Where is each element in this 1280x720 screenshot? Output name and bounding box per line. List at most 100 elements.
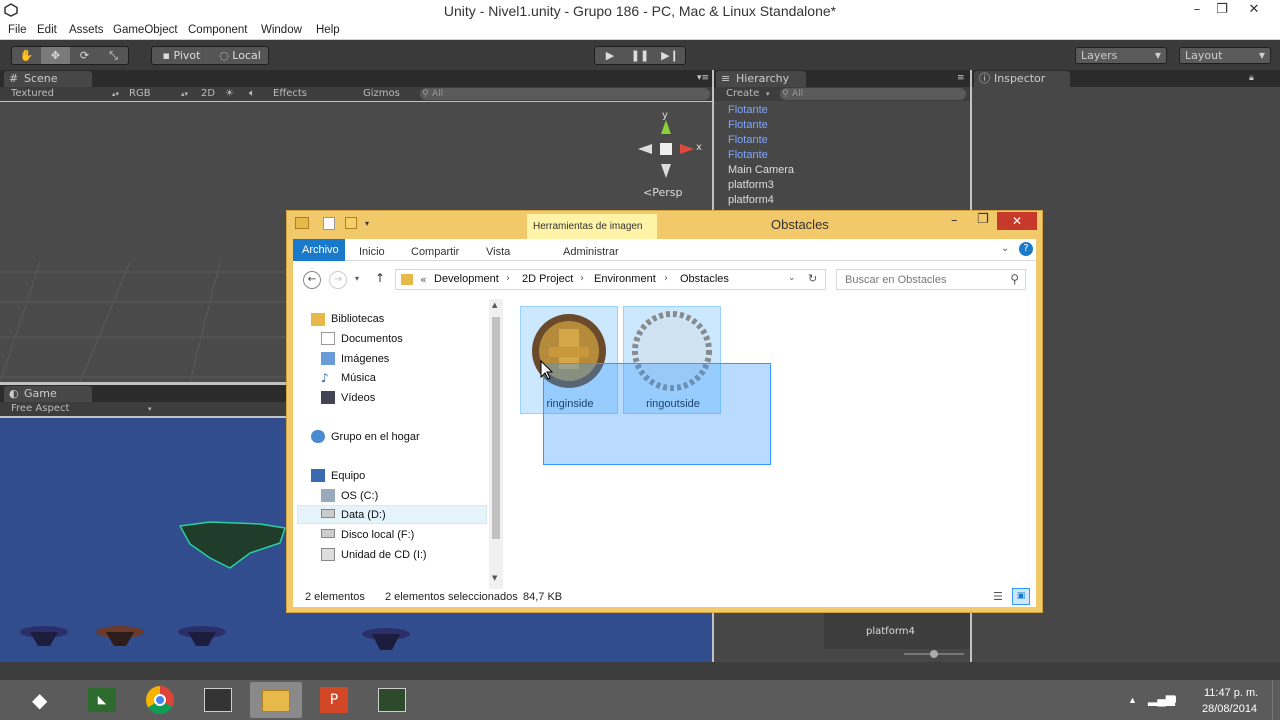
scale-tool-button[interactable]: ⤡ bbox=[99, 47, 128, 64]
menu-help[interactable]: Help bbox=[316, 24, 340, 36]
tab-vista[interactable]: Vista bbox=[486, 246, 510, 258]
search-input[interactable]: Buscar en Obstacles ⚲ bbox=[836, 269, 1026, 290]
explorer-maximize-button[interactable]: ❐ bbox=[977, 212, 989, 227]
effects-dropdown[interactable]: Effects bbox=[273, 87, 307, 101]
lock-icon[interactable]: 🔒︎ bbox=[1249, 73, 1254, 83]
taskbar-app-7[interactable] bbox=[366, 682, 418, 718]
scroll-up-icon[interactable]: ▲ bbox=[492, 301, 497, 309]
shading-mode-dropdown[interactable]: Textured bbox=[11, 87, 54, 101]
breadcrumb-development[interactable]: Development bbox=[434, 273, 499, 285]
tab-hierarchy[interactable]: ≡ Hierarchy bbox=[716, 71, 806, 87]
layers-dropdown[interactable]: Layers ▼ bbox=[1075, 47, 1167, 64]
breadcrumb-separator-icon[interactable]: › bbox=[506, 273, 510, 284]
breadcrumb-separator-icon[interactable]: › bbox=[664, 273, 668, 284]
nav-homegroup[interactable]: Grupo en el hogar bbox=[331, 431, 420, 443]
explorer-minimize-button[interactable]: – bbox=[951, 213, 958, 228]
scrollbar-thumb[interactable] bbox=[492, 317, 500, 539]
taskbar-app-2[interactable]: ◣ bbox=[76, 682, 128, 718]
maximize-button[interactable]: ❐ bbox=[1208, 0, 1236, 20]
menu-assets[interactable]: Assets bbox=[69, 24, 104, 36]
list-item[interactable]: Flotante bbox=[728, 104, 768, 116]
nav-drive-cd[interactable]: Unidad de CD (I:) bbox=[341, 549, 427, 561]
list-item[interactable]: Flotante bbox=[728, 149, 768, 161]
tab-administrar[interactable]: Administrar bbox=[563, 246, 619, 258]
clock-date[interactable]: 28/08/2014 bbox=[1202, 703, 1257, 715]
2d-toggle[interactable]: 2D bbox=[201, 87, 215, 101]
scene-search-input[interactable]: ⚲ All bbox=[420, 88, 710, 100]
taskbar-file-explorer[interactable] bbox=[250, 682, 302, 718]
recent-locations-icon[interactable]: ▾ bbox=[355, 274, 359, 283]
list-item[interactable]: Flotante bbox=[728, 119, 768, 131]
tab-scene[interactable]: # Scene bbox=[4, 71, 92, 87]
breadcrumb-2d-project[interactable]: 2D Project bbox=[522, 273, 573, 285]
create-dropdown[interactable]: Create bbox=[726, 87, 759, 101]
scroll-down-icon[interactable]: ▼ bbox=[492, 574, 497, 582]
pivot-button[interactable]: ▪ Pivot bbox=[152, 47, 211, 64]
nav-drive-c[interactable]: OS (C:) bbox=[341, 490, 378, 502]
layout-dropdown[interactable]: Layout ▼ bbox=[1179, 47, 1271, 64]
tab-compartir[interactable]: Compartir bbox=[411, 246, 459, 258]
pause-button[interactable]: ❚❚ bbox=[625, 47, 655, 64]
close-button[interactable]: ✕ bbox=[1240, 0, 1268, 20]
menu-file[interactable]: File bbox=[8, 24, 27, 36]
taskbar-app-4[interactable] bbox=[192, 682, 244, 718]
menu-gameobject[interactable]: GameObject bbox=[113, 24, 178, 36]
project-asset-item[interactable]: platform4 bbox=[824, 613, 970, 649]
thumbnail-size-slider[interactable] bbox=[904, 650, 964, 658]
taskbar-unity[interactable]: ◆ bbox=[18, 682, 70, 718]
nav-drive-f[interactable]: Disco local (F:) bbox=[341, 529, 414, 541]
show-hidden-icons-icon[interactable]: ▲ bbox=[1128, 695, 1137, 705]
address-bar[interactable]: « Development › 2D Project › Environment… bbox=[395, 269, 826, 290]
orientation-gizmo-icon[interactable] bbox=[636, 120, 702, 180]
breadcrumb-obstacles[interactable]: Obstacles bbox=[680, 273, 729, 285]
menu-window[interactable]: Window bbox=[261, 24, 302, 36]
render-mode-dropdown[interactable]: RGB bbox=[129, 87, 151, 101]
back-button[interactable]: ← bbox=[303, 271, 321, 289]
panel-menu-icon[interactable]: ▾≡ bbox=[697, 73, 709, 83]
lighting-toggle-icon[interactable]: ☀ bbox=[225, 87, 234, 101]
taskbar-chrome[interactable] bbox=[134, 682, 186, 718]
list-item[interactable]: platform4 bbox=[728, 194, 774, 206]
address-dropdown-icon[interactable]: ⌄ bbox=[788, 273, 796, 283]
up-button[interactable]: ↑ bbox=[375, 271, 385, 285]
tab-game[interactable]: ◐ Game bbox=[4, 386, 92, 402]
breadcrumb-separator-icon[interactable]: › bbox=[580, 273, 584, 284]
rotate-tool-button[interactable]: ⟳ bbox=[70, 47, 99, 64]
nav-drive-d[interactable]: Data (D:) bbox=[341, 509, 386, 521]
nav-documents[interactable]: Documentos bbox=[341, 333, 403, 345]
volume-icon[interactable]: 🔈︎ bbox=[1172, 691, 1180, 707]
nav-music[interactable]: Música bbox=[341, 372, 376, 384]
ribbon-expand-icon[interactable]: ⌄ bbox=[1001, 243, 1009, 254]
forward-button[interactable]: → bbox=[329, 271, 347, 289]
taskbar-powerpoint[interactable]: P bbox=[308, 682, 360, 718]
menu-edit[interactable]: Edit bbox=[37, 24, 57, 36]
nav-scrollbar[interactable]: ▲ ▼ bbox=[489, 299, 503, 589]
nav-computer[interactable]: Equipo bbox=[331, 470, 365, 482]
panel-menu-icon[interactable]: ≡ bbox=[957, 73, 965, 83]
list-item[interactable]: Flotante bbox=[728, 134, 768, 146]
play-button[interactable]: ▶ bbox=[595, 47, 625, 64]
breadcrumb-environment[interactable]: Environment bbox=[594, 273, 656, 285]
hand-tool-button[interactable]: ✋ bbox=[12, 47, 41, 64]
network-icon[interactable]: ▂▄▆ bbox=[1148, 692, 1175, 706]
properties-icon[interactable] bbox=[323, 217, 335, 230]
minimize-button[interactable]: – bbox=[1183, 0, 1211, 20]
nav-videos[interactable]: Vídeos bbox=[341, 392, 375, 404]
details-view-icon[interactable]: ☰ bbox=[993, 590, 1003, 603]
help-icon[interactable]: ? bbox=[1019, 242, 1033, 256]
menu-component[interactable]: Component bbox=[188, 24, 247, 36]
audio-toggle-icon[interactable]: 🔈︎ bbox=[249, 87, 255, 101]
explorer-close-button[interactable]: ✕ bbox=[997, 212, 1037, 230]
list-item[interactable]: Main Camera bbox=[728, 164, 794, 176]
step-button[interactable]: ▶❙ bbox=[655, 47, 685, 64]
clock-time[interactable]: 11:47 p. m. bbox=[1204, 687, 1258, 699]
hierarchy-search-input[interactable]: ⚲ All bbox=[780, 88, 966, 100]
tab-archivo[interactable]: Archivo bbox=[293, 239, 345, 261]
refresh-icon[interactable]: ↻ bbox=[808, 272, 817, 285]
large-icons-view-icon[interactable]: ▣ bbox=[1012, 588, 1030, 605]
move-tool-button[interactable]: ✥ bbox=[41, 47, 70, 64]
breadcrumb-overflow[interactable]: « bbox=[420, 273, 427, 286]
new-folder-icon[interactable] bbox=[345, 217, 357, 229]
slider-handle[interactable] bbox=[930, 650, 938, 658]
list-item[interactable]: platform3 bbox=[728, 179, 774, 191]
